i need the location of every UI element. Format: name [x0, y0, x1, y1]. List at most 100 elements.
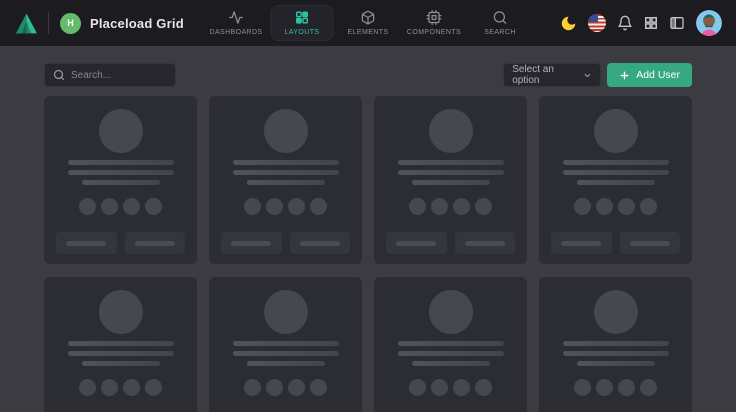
- plus-icon: [619, 70, 630, 81]
- button-label-placeholder: [561, 241, 601, 246]
- filter-select[interactable]: Select an option: [503, 63, 601, 87]
- text-line-placeholder: [233, 160, 339, 165]
- notifications-button[interactable]: [617, 15, 633, 31]
- placeholder-card: [209, 96, 362, 264]
- us-flag-icon: [588, 14, 606, 32]
- text-line-placeholder: [398, 170, 504, 175]
- button-placeholder: [125, 232, 186, 254]
- navbar: H Placeload Grid DASHBOARDS LAYOUTS: [0, 0, 736, 46]
- text-line-placeholder: [563, 160, 669, 165]
- app-window: H Placeload Grid DASHBOARDS LAYOUTS: [0, 0, 736, 412]
- dot-placeholder: [288, 379, 305, 396]
- nav-item-search[interactable]: SEARCH: [469, 5, 532, 41]
- search-input[interactable]: [71, 70, 167, 81]
- avatar-placeholder: [594, 109, 638, 153]
- dot-placeholder: [574, 198, 591, 215]
- dot-row: [574, 379, 657, 396]
- search-icon: [493, 10, 508, 25]
- dot-placeholder: [79, 379, 96, 396]
- dot-placeholder: [244, 198, 261, 215]
- nav-item-dashboards[interactable]: DASHBOARDS: [205, 5, 268, 41]
- avatar-placeholder: [99, 290, 143, 334]
- text-line-placeholder: [563, 341, 669, 346]
- button-placeholder: [386, 232, 447, 254]
- app-logo-icon[interactable]: [14, 11, 39, 36]
- text-line-placeholder: [68, 351, 174, 356]
- placeholder-card: [374, 277, 527, 412]
- text-line-placeholder: [233, 341, 339, 346]
- dot-placeholder: [310, 198, 327, 215]
- bell-icon: [617, 15, 633, 31]
- navbar-actions: [560, 10, 722, 36]
- placeholder-card: [374, 96, 527, 264]
- dot-placeholder: [266, 198, 283, 215]
- brand: H Placeload Grid: [14, 11, 184, 36]
- dot-row: [79, 379, 162, 396]
- text-line-placeholder: [412, 180, 490, 185]
- text-line-placeholder: [233, 170, 339, 175]
- button-placeholder: [551, 232, 612, 254]
- language-button[interactable]: [588, 14, 606, 32]
- apps-grid-icon: [644, 16, 658, 30]
- button-label-placeholder: [231, 241, 271, 246]
- text-line-placeholder: [82, 361, 160, 366]
- nav-label: LAYOUTS: [285, 29, 320, 36]
- theme-toggle-button[interactable]: [560, 15, 577, 32]
- text-line-placeholder: [577, 180, 655, 185]
- dot-placeholder: [145, 379, 162, 396]
- nav-item-layouts[interactable]: LAYOUTS: [271, 5, 334, 41]
- dot-placeholder: [596, 198, 613, 215]
- dot-placeholder: [475, 379, 492, 396]
- button-placeholder: [620, 232, 681, 254]
- dot-placeholder: [266, 379, 283, 396]
- avatar-placeholder: [264, 290, 308, 334]
- dot-placeholder: [310, 379, 327, 396]
- nav-item-elements[interactable]: ELEMENTS: [337, 5, 400, 41]
- avatar-placeholder: [99, 109, 143, 153]
- button-row: [56, 232, 185, 254]
- brand-divider: [48, 12, 49, 34]
- apps-button[interactable]: [644, 16, 658, 30]
- box-icon: [361, 10, 376, 25]
- text-line-placeholder: [398, 160, 504, 165]
- text-line-placeholder: [398, 341, 504, 346]
- dot-row: [79, 198, 162, 215]
- dot-row: [244, 198, 327, 215]
- avatar-placeholder: [429, 290, 473, 334]
- dot-placeholder: [640, 379, 657, 396]
- activity-icon: [229, 10, 244, 25]
- text-line-placeholder: [68, 160, 174, 165]
- main-nav: DASHBOARDS LAYOUTS ELEMENTS: [205, 0, 532, 46]
- dot-placeholder: [431, 379, 448, 396]
- layout-grid-icon: [295, 10, 310, 25]
- dot-placeholder: [596, 379, 613, 396]
- dot-placeholder: [475, 198, 492, 215]
- dot-row: [244, 379, 327, 396]
- avatar-placeholder: [264, 109, 308, 153]
- select-value: Select an option: [512, 64, 583, 86]
- dot-placeholder: [123, 198, 140, 215]
- sidebar-toggle-button[interactable]: [669, 15, 685, 31]
- add-user-button[interactable]: Add User: [607, 63, 692, 87]
- dot-placeholder: [409, 379, 426, 396]
- dot-row: [409, 198, 492, 215]
- dot-placeholder: [453, 379, 470, 396]
- nav-item-components[interactable]: COMPONENTS: [403, 5, 466, 41]
- text-line-placeholder: [68, 170, 174, 175]
- workspace-avatar[interactable]: H: [60, 13, 81, 34]
- placeholder-card: [209, 277, 362, 412]
- text-line-placeholder: [68, 341, 174, 346]
- nav-label: ELEMENTS: [348, 29, 389, 36]
- dot-placeholder: [288, 198, 305, 215]
- dot-placeholder: [640, 198, 657, 215]
- dot-placeholder: [618, 379, 635, 396]
- add-user-label: Add User: [636, 69, 680, 81]
- button-placeholder: [221, 232, 282, 254]
- user-avatar[interactable]: [696, 10, 722, 36]
- placeholder-card: [539, 277, 692, 412]
- text-line-placeholder: [412, 361, 490, 366]
- nav-label: COMPONENTS: [407, 29, 461, 36]
- placeholder-card: [539, 96, 692, 264]
- dot-row: [574, 198, 657, 215]
- moon-icon: [560, 15, 577, 32]
